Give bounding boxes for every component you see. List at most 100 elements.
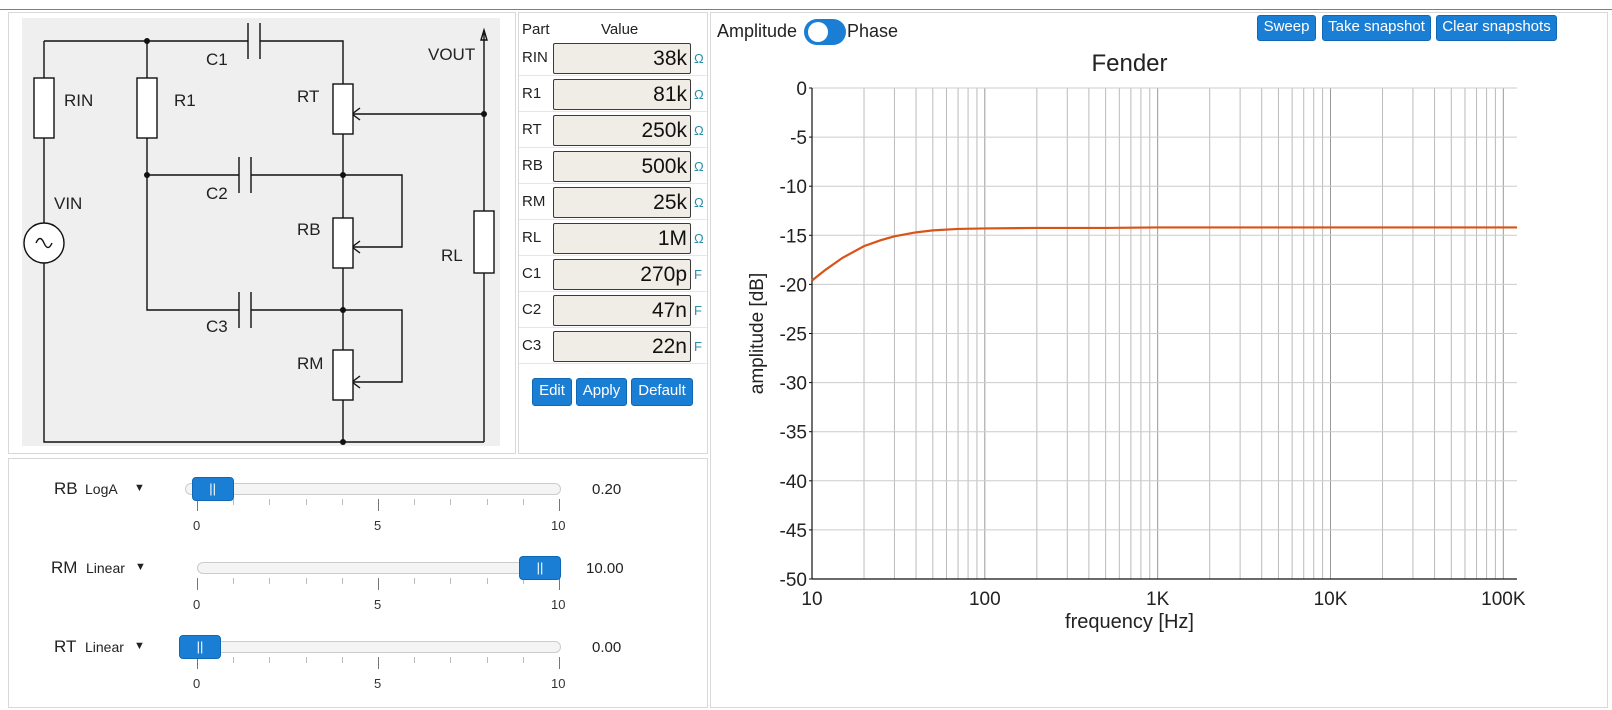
label-rl: RL [441,246,463,265]
slider-tick-label: 5 [374,518,382,533]
slider-thumb[interactable]: || [519,556,561,580]
slider-tick [486,578,488,584]
amplitude-phase-toggle[interactable] [804,19,846,45]
frequency-response-chart: 0 -5 -10 -15 -20 -25 -30 -35 -40 -45 -5010 100 1K 10K… [747,50,1526,633]
y-tick-label: -20 [780,275,807,296]
label-rb: RB [297,220,321,239]
label-c2: C2 [206,184,228,203]
slider-tick-label: 0 [193,518,201,533]
slider-tick [450,578,452,584]
circuit-schematic: RIN R1 C1 RT VOUT C2 RB VIN RL C3 RM [22,18,500,446]
chevron-down-icon[interactable]: ▼ [134,640,145,652]
slider-tick [233,657,235,663]
part-name: RM [522,193,546,210]
default-button[interactable]: Default [631,378,693,406]
part-unit: Ω [694,231,704,246]
slider-tick [378,578,379,590]
y-tick-label: 0 [796,79,807,100]
slider-tick [197,578,198,590]
take-snapshot-button[interactable]: Take snapshot [1322,15,1431,41]
y-tick-label: -40 [780,472,807,493]
label-c3: C3 [206,317,228,336]
part-row-rm: RM 25k Ω [519,184,707,220]
schematic-panel: RIN R1 C1 RT VOUT C2 RB VIN RL C3 RM [8,12,516,454]
taper-select[interactable]: Linear [85,639,124,655]
part-unit: F [694,339,702,354]
slider-tick [414,578,416,584]
slider-tick [305,578,307,584]
y-tick-label: -10 [780,177,807,198]
part-value-input[interactable]: 250k [553,115,691,146]
clear-snapshots-button[interactable]: Clear snapshots [1436,15,1557,41]
chevron-down-icon[interactable]: ▼ [134,482,145,494]
slider-tick [341,499,343,505]
part-value-input[interactable]: 1M [553,223,691,254]
slider-tick [414,657,416,663]
part-row-rl: RL 1M Ω [519,220,707,256]
sweep-button[interactable]: Sweep [1257,15,1316,41]
slider-tick [450,657,452,663]
slider-tick [486,657,488,663]
taper-select[interactable]: Linear [86,560,125,576]
slider-thumb[interactable]: || [179,635,221,659]
y-tick-label: -50 [780,570,807,591]
label-vout: VOUT [428,45,475,64]
slider-tick [522,499,524,505]
part-value-input[interactable]: 81k [553,79,691,110]
slider-tick-label: 0 [193,676,201,691]
label-c1: C1 [206,50,228,69]
part-value-input[interactable]: 47n [553,295,691,326]
taper-select[interactable]: LogA [85,481,118,497]
slider-thumb[interactable]: || [191,477,234,501]
slider-tick [559,657,560,669]
part-value-input[interactable]: 22n [553,331,691,362]
phase-label: Phase [847,21,899,41]
top-border [0,0,1612,10]
x-tick-label: 1K [1146,589,1170,610]
part-value-input[interactable]: 25k [553,187,691,218]
part-row-c3: C3 22n F [519,328,707,364]
slider-tick-label: 10 [551,676,566,691]
y-tick-label: -25 [780,325,807,346]
y-axis-label: amplitude [dB] [747,273,768,394]
slider-tick [233,499,235,505]
slider-tick [341,657,343,663]
x-tick-label: 100K [1481,589,1526,610]
slider-tick [450,499,452,505]
part-value-input[interactable]: 270p [553,259,691,290]
slider-tick [559,499,560,511]
part-unit: Ω [694,87,704,102]
slider-track[interactable] [197,562,561,574]
slider-tick [378,657,379,669]
part-value-input[interactable]: 500k [553,151,691,182]
chart-title: Fender [1091,50,1167,77]
pot-value: 0.20 [592,481,622,498]
slider-track[interactable] [185,483,561,495]
potentiometer-panel: RB LogA ▼ 0 5 10 || 0.20 RM Linear ▼ 0 5 10 || 10.00 RT L… [8,458,708,708]
chevron-down-icon[interactable]: ▼ [135,561,146,573]
part-unit: F [694,267,702,282]
slider-tick [414,499,416,505]
label-rt: RT [297,87,319,106]
edit-button[interactable]: Edit [532,378,572,406]
slider-tick-label: 10 [551,518,566,533]
label-vin: VIN [54,194,82,213]
slider-tick-label: 0 [193,597,201,612]
slider-tick [269,657,271,663]
label-rm: RM [297,354,323,373]
slider-tick-label: 10 [551,597,566,612]
y-tick-label: -15 [780,226,807,247]
label-r1: R1 [174,91,196,110]
part-name: C1 [522,265,542,282]
part-name: C2 [522,301,542,318]
slider-tick [269,499,271,505]
slider-group-rb: RB LogA ▼ 0 5 10 || 0.20 [9,459,709,537]
part-unit: Ω [694,159,704,174]
pot-value: 0.00 [592,639,622,656]
part-unit: Ω [694,123,704,138]
slider-tick-label: 5 [374,676,382,691]
part-value-input[interactable]: 38k [553,43,691,74]
apply-button[interactable]: Apply [576,378,627,406]
slider-track[interactable] [179,641,561,653]
pot-value: 10.00 [586,560,624,577]
